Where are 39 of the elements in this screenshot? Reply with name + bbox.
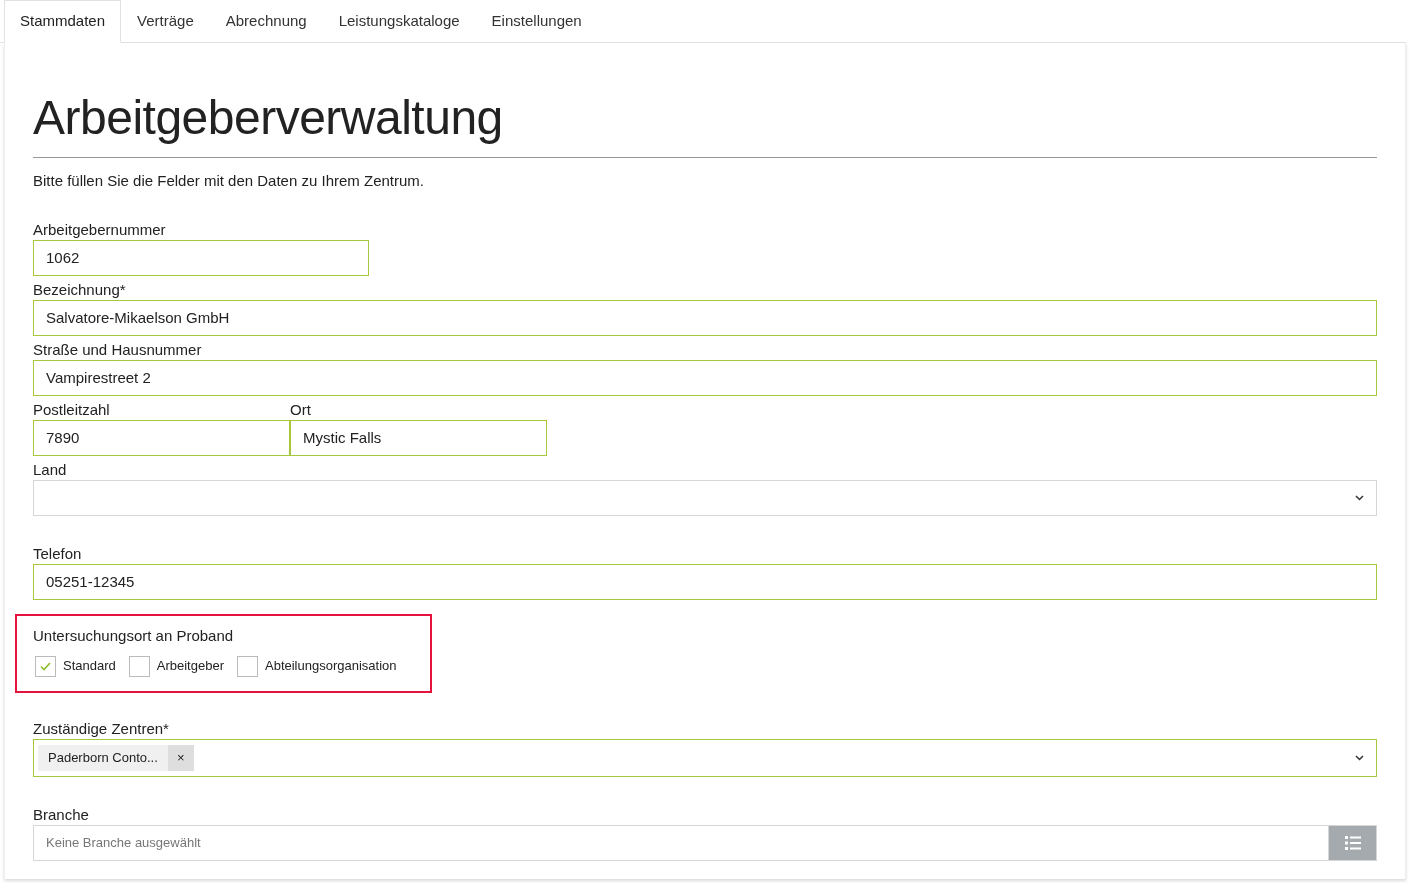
input-field[interactable]: 05251-12345 <box>33 563 1377 600</box>
checkbox-label: Standard <box>63 657 116 676</box>
input-field[interactable]: Keine Branche ausgewählt <box>33 824 1328 861</box>
multiselect-field[interactable]: Paderborn Conto... × <box>33 738 1377 777</box>
list-icon <box>1344 835 1361 850</box>
tab[interactable]: Leistungskataloge <box>322 0 476 43</box>
tab[interactable]: Verträge <box>121 0 210 43</box>
field-label: Untersuchungsort an Proband <box>33 625 235 646</box>
intro-text: Bitte füllen Sie die Felder mit den Daten zu Ihrem Zentrum. <box>33 171 425 191</box>
input-field[interactable]: 7890 <box>33 419 290 456</box>
chevron-down-icon <box>1355 754 1364 761</box>
checkbox[interactable] <box>237 655 258 677</box>
field-label: Bezeichnung* <box>33 279 127 300</box>
field-label: Land <box>33 459 68 480</box>
field-label: Postleitzahl <box>33 399 111 420</box>
tab[interactable]: Abrechnung <box>209 0 323 43</box>
checkbox-label: Abteilungsorganisation <box>265 657 397 676</box>
checkbox[interactable] <box>128 655 150 677</box>
tab[interactable]: Einstellungen <box>475 0 598 43</box>
chevron-down-icon <box>1355 494 1364 501</box>
tag-label: Paderborn Conto... <box>47 748 159 767</box>
input-field[interactable]: Vampirestreet 2 <box>33 359 1377 396</box>
checkmark-icon <box>40 661 51 671</box>
remove-tag-button[interactable]: × <box>167 744 194 771</box>
field-label: Zuständige Zentren* <box>33 718 170 739</box>
tab[interactable]: Stammdaten <box>4 0 122 43</box>
input-field[interactable]: Mystic Falls <box>290 419 547 456</box>
checkbox[interactable] <box>35 655 56 677</box>
field-label: Arbeitgebernummer <box>33 219 167 240</box>
list-button[interactable] <box>1328 824 1377 861</box>
input-field[interactable]: Salvatore-Mikaelson GmbH <box>33 299 1377 336</box>
input-field[interactable]: 1062 <box>33 239 369 276</box>
checkbox-label: Arbeitgeber <box>156 657 224 676</box>
field-label: Telefon <box>33 543 83 564</box>
field-label: Straße und Hausnummer <box>33 339 203 360</box>
field-label: Ort <box>290 399 312 420</box>
field-label: Branche <box>33 804 90 825</box>
dropdown-field[interactable] <box>33 479 1377 516</box>
page-title: Arbeitgeberverwaltung <box>33 43 1377 158</box>
